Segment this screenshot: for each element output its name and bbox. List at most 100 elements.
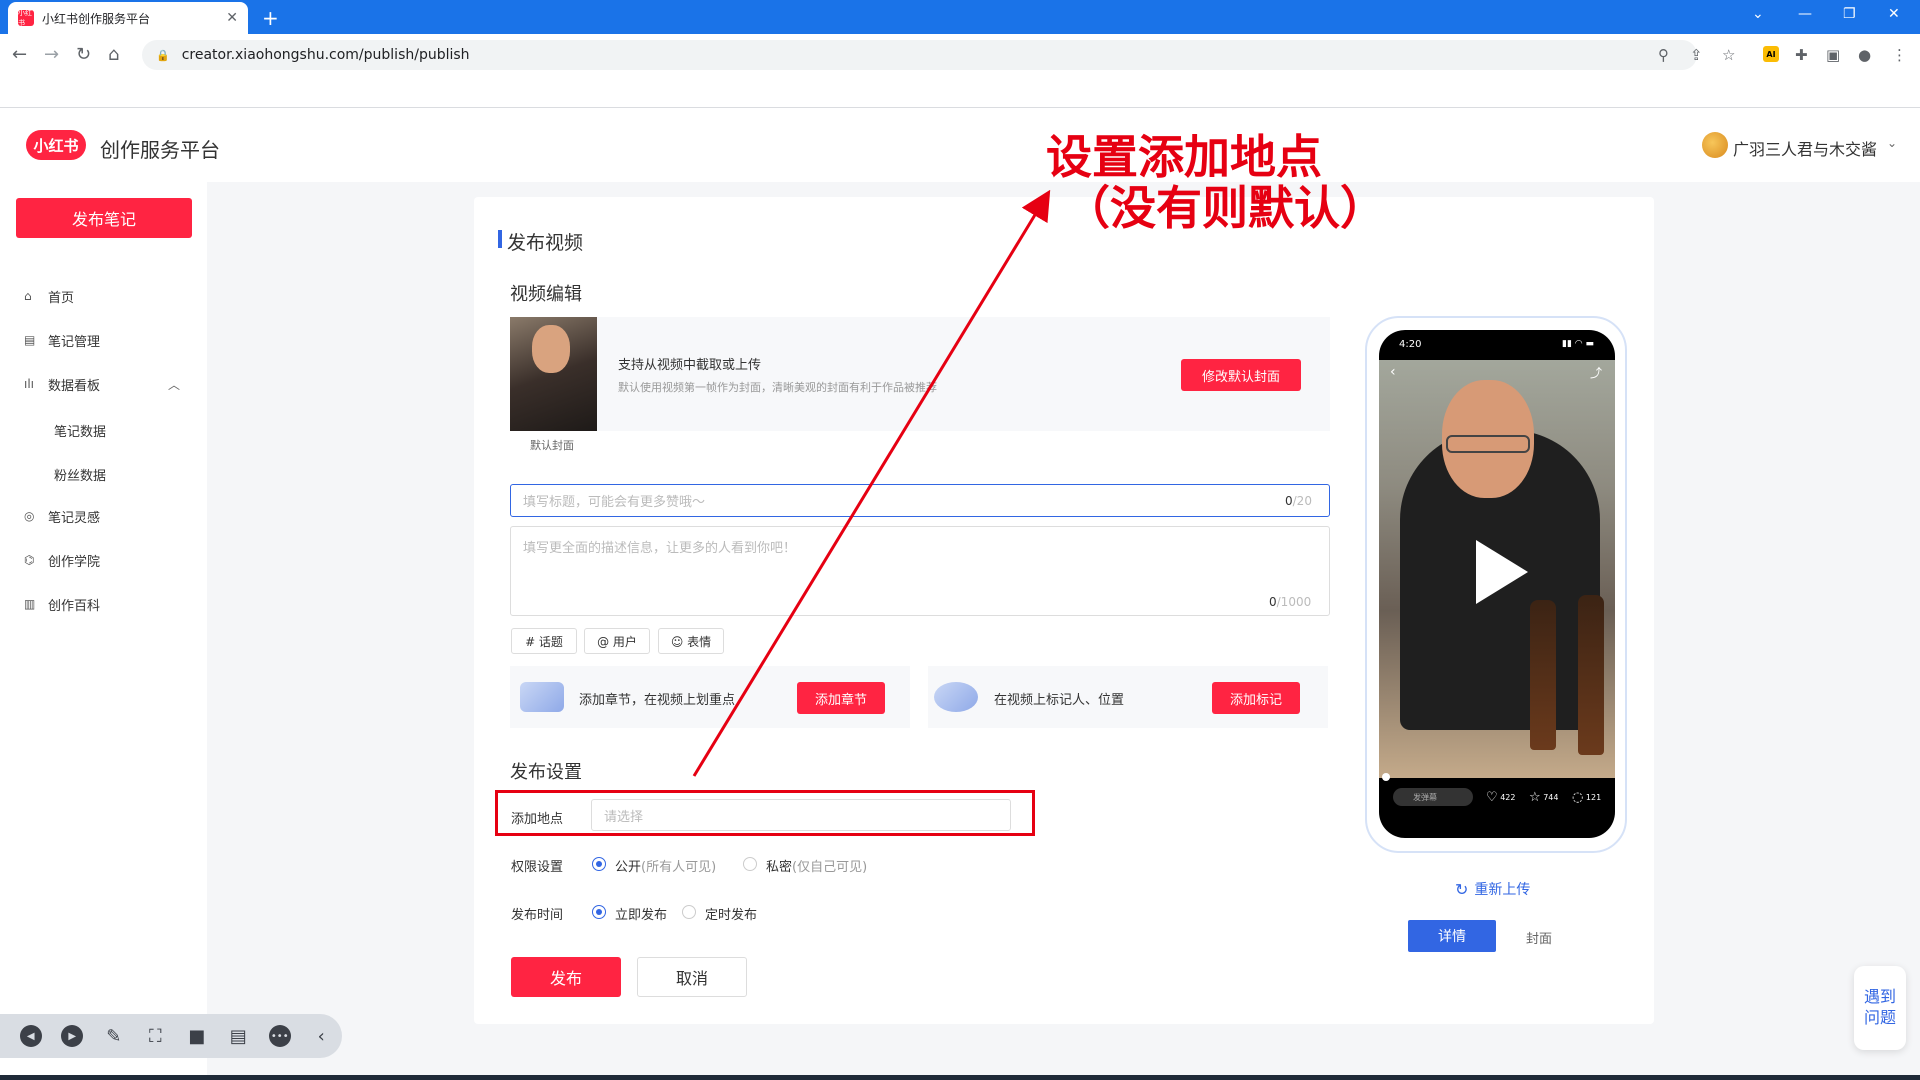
inspiration-icon: ◎	[24, 509, 35, 523]
marker-icon	[934, 682, 978, 712]
chapter-icon	[520, 682, 564, 712]
browser-toolbar: ← → ↻ ⌂ 🔒 creator.xiaohongshu.com/publis…	[0, 34, 1920, 108]
publish-time-label: 发布时间	[511, 908, 564, 923]
browser-tab[interactable]: 小红书 小红书创作服务平台 ✕	[8, 2, 248, 34]
star-icon: ☆	[1529, 790, 1541, 805]
screenshot-icon[interactable]: ⛶	[135, 1014, 177, 1058]
permission-public-radio[interactable]	[592, 857, 606, 871]
collapse-chevron-icon[interactable]: ‹	[301, 1014, 343, 1058]
sidebar-subitem-fan-data[interactable]: 粉丝数据	[54, 465, 106, 484]
location-pin-icon[interactable]: ⚲	[1658, 46, 1669, 64]
profile-icon[interactable]: ●	[1858, 46, 1871, 64]
page-title: 发布视频	[507, 232, 584, 254]
new-tab-icon[interactable]: +	[262, 6, 279, 30]
danmu-input: 发弹幕	[1393, 788, 1473, 806]
publish-scheduled-radio[interactable]	[682, 905, 696, 919]
permission-private-label[interactable]: 私密(仅自己可见)	[766, 856, 867, 875]
reupload-button[interactable]: ↻ 重新上传	[1455, 879, 1530, 899]
menu-kebab-icon[interactable]: ⋮	[1892, 46, 1907, 64]
bar-chart-icon: ılı	[24, 377, 35, 391]
user-avatar[interactable]	[1702, 132, 1728, 158]
tab-search-icon[interactable]: ⌄	[1752, 6, 1764, 22]
video-bottle	[1530, 600, 1556, 750]
annotation-highlight-box	[495, 790, 1035, 836]
modify-cover-button[interactable]: 修改默认封面	[1181, 359, 1301, 391]
close-tab-icon[interactable]: ✕	[226, 10, 238, 26]
chat-icon[interactable]: ▤	[218, 1014, 260, 1058]
cover-caption: 默认封面	[530, 439, 574, 452]
add-marker-button[interactable]: 添加标记	[1212, 682, 1300, 714]
publish-note-button[interactable]: 发布笔记	[16, 198, 192, 238]
lock-icon[interactable]: 🔒	[156, 49, 170, 62]
minimize-icon[interactable]: —	[1798, 6, 1812, 22]
sidebar-item-note-management[interactable]: ▤ 笔记管理	[24, 330, 100, 350]
user-name[interactable]: 广羽三人君与木交酱	[1733, 136, 1877, 160]
topic-chip[interactable]: # 话题	[511, 628, 577, 654]
chevron-left-icon: ‹	[1390, 364, 1396, 380]
sidebar-item-wiki[interactable]: ▥ 创作百科	[24, 594, 100, 614]
bookmark-star-icon[interactable]: ☆	[1722, 46, 1735, 64]
side-panel-icon[interactable]: ▣	[1826, 46, 1840, 64]
back-icon[interactable]: ←	[12, 44, 27, 65]
video-edit-heading: 视频编辑	[510, 284, 582, 305]
sidebar-item-data-board[interactable]: ılı 数据看板	[24, 374, 100, 394]
sidebar-item-inspiration[interactable]: ◎ 笔记灵感	[24, 506, 100, 526]
cancel-button[interactable]: 取消	[637, 957, 747, 997]
publish-button[interactable]: 发布	[511, 957, 621, 997]
ai-extension-icon[interactable]: AI	[1763, 46, 1779, 62]
sidebar-item-label: 创作百科	[48, 598, 101, 614]
marker-hint: 在视频上标记人、位置	[994, 693, 1125, 708]
home-icon: ⌂	[24, 289, 32, 303]
reload-icon[interactable]: ↻	[76, 44, 91, 65]
play-icon[interactable]	[1476, 540, 1528, 604]
xiaohongshu-logo[interactable]: 小红书	[26, 130, 86, 160]
tab-detail[interactable]: 详情	[1408, 920, 1496, 952]
cover-hint-secondary: 默认使用视频第一帧作为封面，清晰美观的封面有利于作品被推荐	[618, 381, 937, 394]
sidebar-item-label: 创作学院	[48, 554, 101, 570]
publish-now-label[interactable]: 立即发布	[615, 904, 667, 923]
pen-icon[interactable]: ✎	[93, 1014, 135, 1058]
sidebar-subitem-note-data[interactable]: 笔记数据	[54, 421, 106, 440]
url-text[interactable]: creator.xiaohongshu.com/publish/publish	[182, 47, 470, 63]
video-person-glasses	[1446, 435, 1530, 453]
refresh-icon: ↻	[1455, 879, 1469, 899]
share-icon[interactable]: ⇪	[1690, 46, 1703, 64]
cover-hint-primary: 支持从视频中截取或上传	[618, 358, 762, 373]
tab-cover[interactable]: 封面	[1526, 928, 1552, 947]
help-widget[interactable]: 遇到 问题	[1854, 966, 1906, 1050]
stars-stat: ☆ 744	[1529, 790, 1559, 805]
sidebar-item-home[interactable]: ⌂ 首页	[24, 286, 74, 306]
platform-name: 创作服务平台	[100, 138, 220, 162]
description-input[interactable]: 填写更全面的描述信息，让更多的人看到你吧！	[510, 526, 1330, 616]
mention-user-chip[interactable]: @ 用户	[584, 628, 650, 654]
forward-icon[interactable]: →	[44, 44, 59, 65]
permission-public-label[interactable]: 公开(所有人可见)	[615, 856, 716, 875]
chevron-up-icon[interactable]: ︿	[168, 376, 180, 393]
publish-now-radio[interactable]	[592, 905, 606, 919]
extensions-puzzle-icon[interactable]: ✚	[1795, 46, 1808, 64]
sidebar-item-academy[interactable]: ⌬ 创作学院	[24, 550, 100, 570]
rec-play-icon[interactable]: ▶	[52, 1014, 94, 1058]
emoji-chip[interactable]: ☺ 表情	[658, 628, 724, 654]
close-window-icon[interactable]: ✕	[1888, 6, 1900, 22]
more-icon[interactable]: •••	[259, 1014, 301, 1058]
wiki-icon: ▥	[24, 597, 36, 611]
annotation-line1: 设置添加地点	[1046, 130, 1322, 184]
annotation-line2: （没有则默认）	[1064, 180, 1386, 235]
address-bar[interactable]: 🔒 creator.xiaohongshu.com/publish/publis…	[142, 40, 1697, 70]
sidebar-item-label: 笔记管理	[48, 334, 101, 350]
sidebar: 发布笔记 ⌂ 首页 ▤ 笔记管理 ılı 数据看板 ︿ 笔记数据 粉丝数据 ◎ …	[0, 182, 207, 1080]
xiaohongshu-favicon-icon: 小红书	[18, 9, 34, 27]
rec-prev-icon[interactable]: ◀	[10, 1014, 52, 1058]
home-icon[interactable]: ⌂	[108, 44, 119, 65]
share-icon: ⤴	[1590, 366, 1603, 380]
title-char-count: 0/20	[1285, 494, 1312, 508]
chevron-down-icon[interactable]: ⌄	[1887, 136, 1897, 150]
restore-icon[interactable]: ❐	[1843, 6, 1856, 22]
camera-icon[interactable]: ■	[176, 1014, 218, 1058]
title-input[interactable]: 填写标题，可能会有更多赞哦～	[510, 484, 1330, 517]
permission-private-radio[interactable]	[743, 857, 757, 871]
add-chapter-button[interactable]: 添加章节	[797, 682, 885, 714]
publish-scheduled-label[interactable]: 定时发布	[705, 904, 757, 923]
tab-title: 小红书创作服务平台	[42, 11, 151, 26]
